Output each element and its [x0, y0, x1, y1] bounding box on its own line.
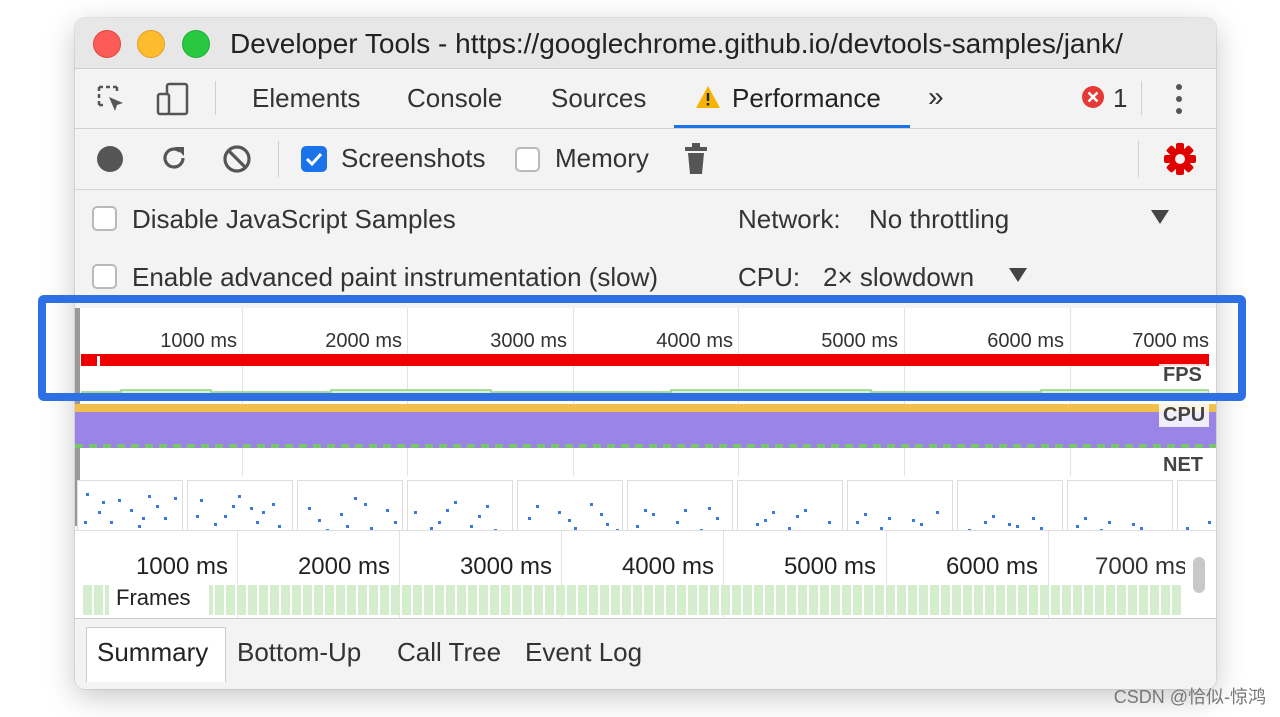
details-tick-label: 1000 ms — [135, 553, 228, 580]
cpu-throttling-select[interactable]: 2× slowdown — [823, 262, 974, 293]
title-bar: Developer Tools - https://googlechrome.g… — [75, 18, 1216, 69]
net-track-label: NET — [1159, 454, 1207, 477]
advanced-paint-checkbox[interactable] — [92, 264, 117, 289]
error-icon[interactable] — [1081, 85, 1105, 109]
cpu-track-label: CPU — [1159, 404, 1210, 427]
capture-settings-gear-icon[interactable] — [1163, 142, 1197, 176]
minimize-window-button[interactable] — [137, 30, 165, 58]
device-toolbar-icon[interactable] — [155, 81, 191, 117]
disable-js-samples-checkbox[interactable] — [92, 206, 117, 231]
tab-sources[interactable]: Sources — [551, 83, 646, 114]
clear-icon[interactable] — [222, 144, 252, 174]
active-tab-indicator — [674, 125, 910, 128]
screenshots-label[interactable]: Screenshots — [341, 143, 486, 174]
zoom-window-button[interactable] — [182, 30, 210, 58]
reload-record-icon[interactable] — [159, 143, 189, 173]
cpu-painting-band — [75, 444, 1216, 448]
watermark: CSDN @恰似-惊鸿 — [1113, 687, 1266, 707]
window-title: Developer Tools - https://googlechrome.g… — [230, 28, 1123, 59]
tab-separator — [1141, 81, 1142, 115]
tab-bottom-up[interactable]: Bottom-Up — [237, 637, 361, 668]
details-tab-bar: Summary Bottom-Up Call Tree Event Log — [75, 618, 1216, 689]
memory-checkbox[interactable] — [515, 147, 540, 172]
cpu-rendering-band — [75, 412, 1216, 444]
panel-tab-bar: Elements Console Sources Performance » 1 — [75, 69, 1216, 129]
error-count[interactable]: 1 — [1113, 83, 1127, 114]
network-label: Network: — [738, 204, 841, 234]
advanced-paint-label[interactable]: Enable advanced paint instrumentation (s… — [132, 262, 658, 293]
tab-console[interactable]: Console — [407, 83, 502, 114]
tab-performance[interactable]: Performance — [732, 83, 881, 114]
record-icon[interactable] — [96, 145, 124, 173]
performance-toolbar: Screenshots Memory — [75, 129, 1216, 190]
capture-settings-pane: Disable JavaScript Samples Network: No t… — [75, 190, 1216, 308]
frames-track-label: Frames — [116, 585, 191, 610]
cpu-dropdown-arrow-icon[interactable] — [1009, 268, 1027, 282]
tab-separator — [215, 81, 216, 115]
warning-icon — [696, 86, 720, 108]
tab-summary[interactable]: Summary — [97, 637, 208, 668]
network-throttling-select[interactable]: No throttling — [869, 204, 1009, 235]
close-window-button[interactable] — [93, 30, 121, 58]
inspect-element-icon[interactable] — [95, 83, 129, 117]
fps-highlight-box — [38, 295, 1246, 401]
cpu-scripting-band — [75, 404, 1216, 412]
toolbar-separator — [278, 141, 279, 177]
frames-track[interactable] — [83, 585, 1183, 615]
cpu-label: CPU: — [738, 262, 801, 292]
details-tick-label: 2000 ms — [297, 553, 390, 580]
network-dropdown-arrow-icon[interactable] — [1151, 210, 1169, 224]
tab-elements[interactable]: Elements — [252, 83, 360, 114]
tab-call-tree[interactable]: Call Tree — [397, 637, 501, 668]
more-tabs-button[interactable]: » — [928, 81, 944, 113]
details-tick-label: 3000 ms — [459, 553, 552, 580]
details-tick-label: 4000 ms — [621, 553, 714, 580]
trash-icon[interactable] — [684, 142, 708, 176]
details-tick-label: 6000 ms — [945, 553, 1038, 580]
screenshots-checkbox[interactable] — [301, 146, 327, 172]
vertical-scrollbar[interactable] — [1193, 557, 1205, 593]
details-tick-label: 5000 ms — [783, 553, 876, 580]
more-options-icon[interactable] — [1171, 81, 1187, 117]
flame-chart-pane[interactable]: 1000 ms 2000 ms 3000 ms 4000 ms 5000 ms … — [75, 530, 1216, 619]
memory-label[interactable]: Memory — [555, 143, 649, 174]
disable-js-samples-label[interactable]: Disable JavaScript Samples — [132, 204, 456, 235]
toolbar-separator — [1138, 141, 1139, 177]
details-tick-label: 7000 ms — [1095, 553, 1185, 580]
tab-event-log[interactable]: Event Log — [525, 637, 642, 668]
